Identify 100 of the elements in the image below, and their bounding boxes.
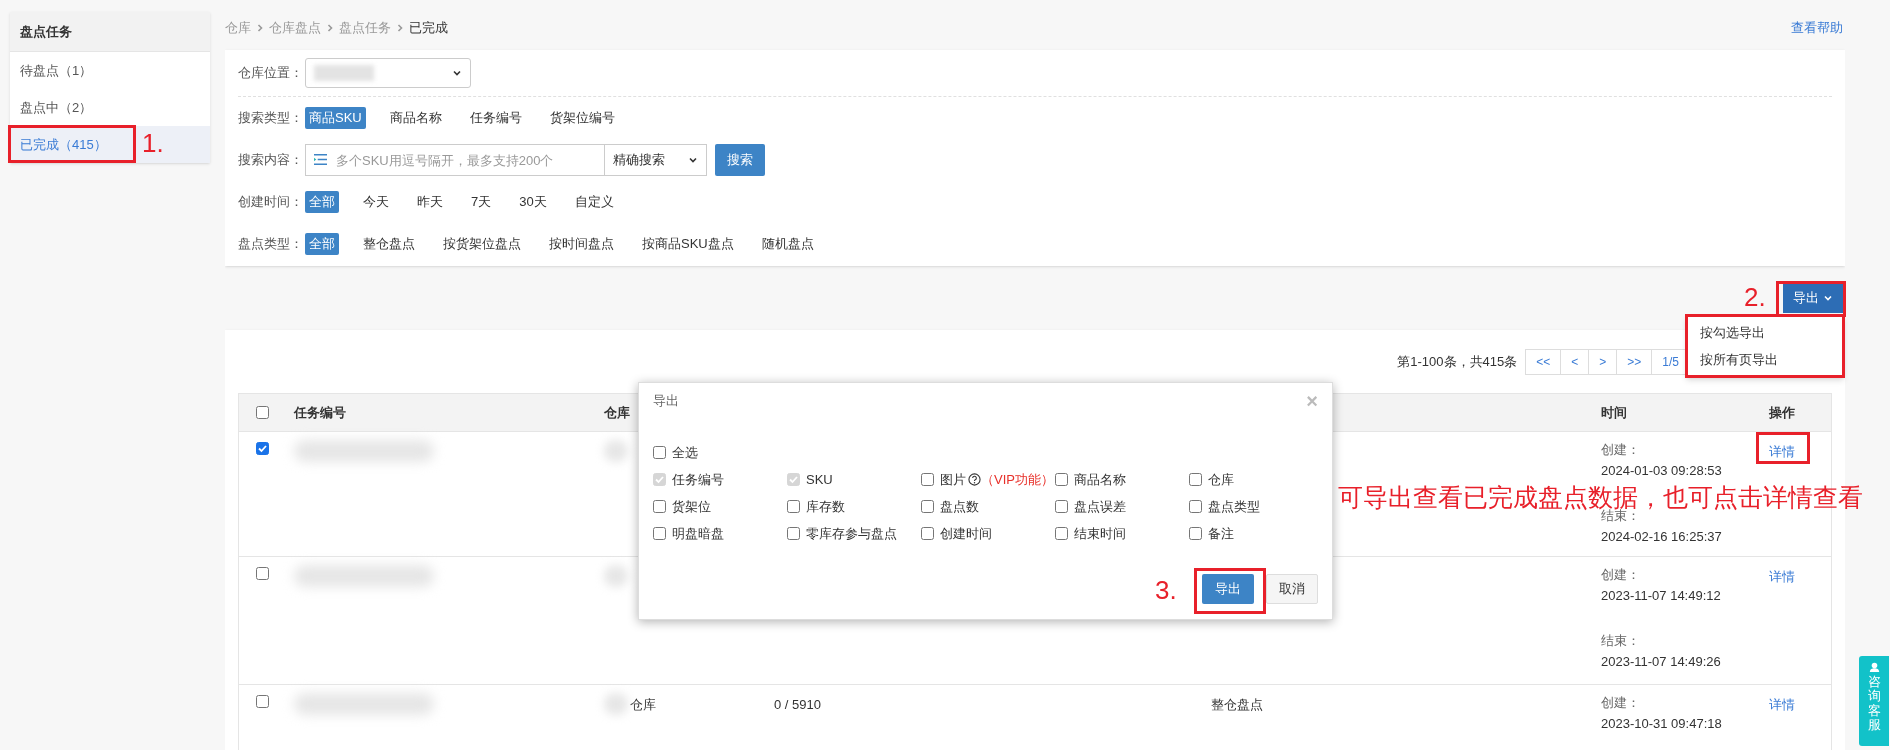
sidebar-item[interactable]: 待盘点（1）	[10, 52, 210, 89]
checkbox-label: 仓库	[1208, 470, 1234, 489]
time-value: 2024-02-16 16:25:37	[1601, 529, 1722, 545]
time-value: 2023-10-31 09:47:18	[1601, 716, 1722, 732]
time-value: 2023-11-07 14:49:12	[1601, 588, 1721, 604]
blurred-block	[604, 565, 628, 587]
checkbox-label: 盘点误差	[1074, 497, 1126, 516]
filter-label: 搜索内容：	[238, 151, 304, 170]
checkbox[interactable]	[921, 500, 934, 513]
dialog-title: 导出	[653, 392, 679, 411]
time-label: 结束：	[1601, 508, 1640, 524]
row-checkbox[interactable]	[256, 695, 269, 708]
filter-option[interactable]: 按货架位盘点	[439, 233, 525, 255]
column-header: 仓库	[604, 404, 630, 420]
filter-option[interactable]: 任务编号	[465, 107, 526, 129]
details-link[interactable]: 详情	[1769, 569, 1795, 584]
checkbox[interactable]	[921, 527, 934, 540]
column-header: 任务编号	[294, 404, 346, 420]
page-button[interactable]: >>	[1616, 348, 1653, 375]
details-link[interactable]: 详情	[1769, 444, 1795, 459]
time-value: 2023-11-07 14:49:26	[1601, 654, 1721, 670]
breadcrumb-link[interactable]: 盘点任务	[339, 18, 391, 38]
checkbox-label: 创建时间	[940, 524, 992, 543]
column-header: 时间	[1601, 404, 1627, 420]
vip-note: （VIP功能）	[981, 470, 1054, 489]
time-value: 2024-01-03 09:28:53	[1601, 463, 1722, 479]
search-button[interactable]: 搜索	[715, 144, 765, 176]
sidebar-item[interactable]: 盘点中（2）	[10, 89, 210, 126]
row-checkbox[interactable]	[256, 442, 269, 455]
checkbox[interactable]	[1055, 527, 1068, 540]
filter-option[interactable]: 昨天	[413, 191, 447, 213]
chevron-icon	[395, 23, 405, 33]
filter-option[interactable]: 按商品SKU盘点	[638, 233, 738, 255]
checkbox-label: 零库存参与盘点	[806, 524, 897, 543]
checkbox-label: 货架位	[672, 497, 711, 516]
blurred-block	[314, 65, 374, 81]
table-cell-text: 仓库	[630, 696, 656, 714]
checkbox-label: 结束时间	[1074, 524, 1126, 543]
confirm-export-button[interactable]: 导出	[1202, 574, 1254, 604]
checkbox-label: 图片	[940, 470, 966, 489]
select-all-checkbox[interactable]	[256, 406, 269, 419]
highlight-frame	[1194, 568, 1266, 614]
match-select[interactable]: 精确搜索	[605, 144, 707, 176]
page-button[interactable]: >	[1588, 348, 1618, 375]
annotation-text: 可导出查看已完成盘点数据，也可点击详情查看	[1338, 484, 1863, 510]
checkbox-label: 商品名称	[1074, 470, 1126, 489]
blurred-block	[604, 693, 628, 715]
filter-label: 盘点类型：	[238, 235, 304, 254]
checkbox[interactable]	[653, 500, 666, 513]
filter-option[interactable]: 自定义	[570, 191, 618, 213]
export-button[interactable]: 导出	[1783, 283, 1843, 313]
menu-item[interactable]: 按所有页导出	[1688, 346, 1842, 373]
filter-option[interactable]: 全部	[305, 191, 339, 213]
filter-option[interactable]: 货架位编号	[545, 107, 619, 129]
time-label: 创建：	[1601, 567, 1640, 583]
checkbox-label: 任务编号	[672, 470, 724, 489]
checkbox[interactable]	[1055, 473, 1068, 486]
filter-option[interactable]: 全部	[305, 233, 339, 255]
page-button[interactable]: <<	[1525, 348, 1562, 375]
checkbox[interactable]	[787, 527, 800, 540]
checkbox-label: 全选	[672, 443, 698, 462]
page-button[interactable]: <	[1560, 348, 1590, 375]
checkbox[interactable]	[1189, 500, 1202, 513]
details-link[interactable]: 详情	[1769, 697, 1795, 712]
checkbox[interactable]	[787, 500, 800, 513]
filter-option[interactable]: 今天	[359, 191, 393, 213]
filter-label: 仓库位置：	[238, 64, 304, 83]
filter-option[interactable]: 商品SKU	[305, 107, 366, 129]
help-link[interactable]: 查看帮助	[1791, 18, 1843, 38]
cancel-button[interactable]: 取消	[1266, 574, 1318, 604]
checkbox[interactable]	[653, 446, 666, 459]
chevron-icon	[325, 23, 335, 33]
checkbox-label: SKU	[806, 470, 833, 489]
checkbox[interactable]	[1189, 473, 1202, 486]
help-icon[interactable]	[968, 473, 981, 486]
checkbox-label: 备注	[1208, 524, 1234, 543]
chevron-icon	[1823, 293, 1833, 303]
filter-option[interactable]: 随机盘点	[757, 233, 818, 255]
checkbox-label: 盘点数	[940, 497, 979, 516]
blurred-block	[604, 440, 628, 462]
checkbox[interactable]	[1189, 527, 1202, 540]
breadcrumb-link[interactable]: 仓库盘点	[269, 18, 321, 38]
filter-option[interactable]: 整仓盘点	[359, 233, 419, 255]
row-checkbox[interactable]	[256, 567, 269, 580]
filter-option[interactable]: 30天	[515, 191, 551, 213]
table-cell-text: 整仓盘点	[1211, 696, 1264, 714]
filter-option[interactable]: 商品名称	[385, 107, 446, 129]
menu-item[interactable]: 按勾选导出	[1688, 319, 1842, 346]
search-field[interactable]: 多个SKU用逗号隔开，最多支持200个	[305, 144, 605, 176]
step-number: 3.	[1155, 574, 1177, 606]
filter-option[interactable]: 按时间盘点	[545, 233, 618, 255]
breadcrumb-link[interactable]: 仓库	[225, 18, 251, 38]
checkbox[interactable]	[653, 527, 666, 540]
chevron-icon	[452, 68, 462, 78]
column-header: 操作	[1769, 404, 1795, 420]
filter-option[interactable]: 7天	[467, 191, 496, 213]
checkbox[interactable]	[921, 473, 934, 486]
step-number: 1.	[142, 127, 164, 159]
filter-label: 搜索类型：	[238, 109, 304, 128]
checkbox[interactable]	[1055, 500, 1068, 513]
